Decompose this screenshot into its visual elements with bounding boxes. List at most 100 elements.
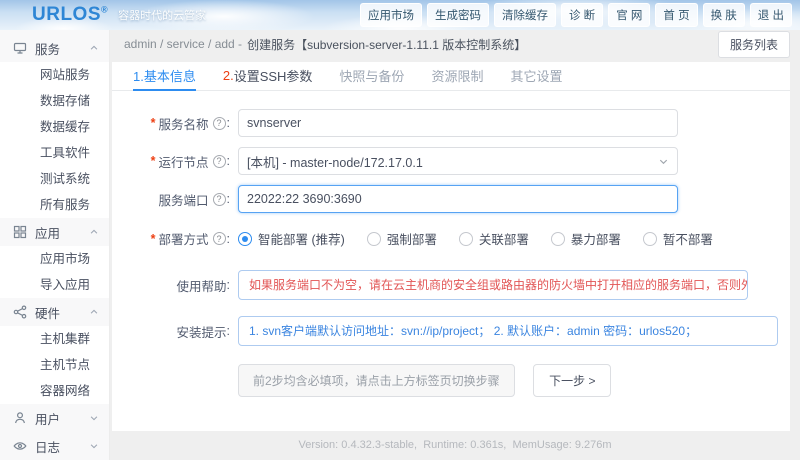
sidebar-item-container-network[interactable]: 容器网络 [0, 378, 109, 404]
sidebar-group-users[interactable]: 用户 [0, 404, 109, 432]
server-icon [13, 41, 27, 55]
sidebar-group-logs[interactable]: 日志 [0, 432, 109, 460]
tab-basic-info[interactable]: 1.基本信息 [133, 62, 196, 91]
tab-resource-limit[interactable]: 资源限制 [431, 62, 483, 91]
radio-smart-deploy[interactable]: 智能部署 (推荐) [238, 229, 345, 248]
chevron-up-icon [89, 307, 99, 317]
sidebar-group-label: 日志 [35, 440, 61, 455]
sidebar-submenu-apps: 应用市场 导入应用 [0, 246, 109, 298]
required-mark: * [150, 154, 156, 168]
help-question-icon[interactable]: ? [212, 232, 226, 245]
radio-brute-deploy[interactable]: 暴力部署 [550, 229, 621, 248]
sidebar-item-data-storage[interactable]: 数据存储 [0, 88, 109, 114]
install-tip-label: 安装提示 : [176, 324, 231, 340]
run-node-select[interactable]: [本机] - master-node/172.17.0.1 [238, 147, 678, 175]
topbar-buttons: 应用市场 生成密码 清除缓存 诊 断 官 网 首 页 换 肤 退 出 [355, 3, 792, 27]
help-question-icon[interactable]: ? [212, 154, 226, 168]
service-port-label: 服务端口 ? : [158, 192, 231, 208]
form-card: 1.基本信息 2. 设置SSH参数 快照与备份 资源限制 其它设置 * 服务名称 … [112, 62, 790, 431]
sidebar-group-label: 服务 [35, 42, 61, 57]
home-button[interactable]: 首 页 [655, 3, 698, 27]
sidebar-item-data-cache[interactable]: 数据缓存 [0, 114, 109, 140]
app-market-button[interactable]: 应用市场 [359, 3, 422, 27]
topbar: URLOS® 容器时代的云管家 应用市场 生成密码 清除缓存 诊 断 官 网 首… [0, 0, 800, 30]
required-mark: * [150, 116, 156, 130]
logout-button[interactable]: 退 出 [749, 3, 792, 27]
sidebar-group-label: 应用 [35, 226, 61, 241]
chevron-down-icon [658, 156, 669, 167]
sidebar-item-web-services[interactable]: 网站服务 [0, 62, 109, 88]
generate-password-button[interactable]: 生成密码 [426, 3, 489, 27]
sidebar-item-tool-software[interactable]: 工具软件 [0, 140, 109, 166]
radio-icon [458, 231, 473, 246]
radio-icon [366, 231, 381, 246]
sidebar-group-services[interactable]: 服务 [0, 34, 109, 62]
breadcrumb-bar: admin / service / add - 创建服务【subversion-… [110, 30, 800, 58]
required-mark: * [150, 231, 156, 246]
sidebar-group-label: 用户 [35, 412, 61, 427]
tab-ssh-params[interactable]: 2. 设置SSH参数 [223, 62, 313, 91]
next-step-button[interactable]: 下一步 > [533, 364, 612, 397]
chevron-down-icon [89, 413, 99, 423]
sidebar-item-import-app[interactable]: 导入应用 [0, 272, 109, 298]
service-port-input[interactable] [238, 185, 678, 213]
service-name-label: * 服务名称 ? : [150, 116, 230, 132]
page-title: 创建服务【subversion-server-1.11.1 版本控制系统】 [247, 37, 527, 52]
deploy-mode-label: * 部署方式 ? : [150, 231, 230, 248]
version-footer: Version: 0.4.32.3-stable, Runtime: 0.361… [298, 439, 612, 451]
radio-no-deploy[interactable]: 暂不部署 [642, 229, 713, 248]
install-tip-note: 1. svn客户端默认访问地址：svn://ip/project； 2. 默认账… [238, 316, 778, 346]
user-icon [13, 411, 27, 425]
radio-icon [642, 231, 657, 246]
sidebar-item-app-market[interactable]: 应用市场 [0, 246, 109, 272]
page-body: 服务 网站服务 数据存储 数据缓存 工具软件 测试系统 所有服务 应用 应用市场… [0, 30, 800, 460]
run-node-label: * 运行节点 ? : [150, 154, 230, 170]
clear-cache-button[interactable]: 清除缓存 [493, 3, 556, 27]
sidebar-item-host-node[interactable]: 主机节点 [0, 352, 109, 378]
service-list-button[interactable]: 服务列表 [717, 30, 790, 58]
sidebar-submenu-hardware: 主机集群 主机节点 容器网络 [0, 326, 109, 404]
radio-icon [550, 231, 565, 246]
sidebar-group-label: 硬件 [35, 306, 61, 321]
radio-force-deploy[interactable]: 强制部署 [366, 229, 437, 248]
run-node-selected-value: [本机] - master-node/172.17.0.1 [247, 155, 423, 170]
change-theme-button[interactable]: 换 肤 [702, 3, 745, 27]
form-actions-row: 前2步均含必填项，请点击上方标签页切换步骤 下一步 > [112, 364, 790, 397]
tab-bar: 1.基本信息 2. 设置SSH参数 快照与备份 资源限制 其它设置 [112, 62, 790, 91]
usage-help-row: 使用帮助 : 如果服务端口不为空，请在云主机商的安全组或路由器的防火墙中打开相应… [112, 270, 790, 300]
install-tip-row: 安装提示 : 1. svn客户端默认访问地址：svn://ip/project；… [112, 316, 790, 346]
tab-other-settings[interactable]: 其它设置 [510, 62, 562, 91]
radio-linked-deploy[interactable]: 关联部署 [458, 229, 529, 248]
sidebar-item-host-cluster[interactable]: 主机集群 [0, 326, 109, 352]
service-name-row: * 服务名称 ? : [112, 109, 790, 137]
chevron-down-icon [89, 441, 99, 451]
official-site-button[interactable]: 官 网 [608, 3, 651, 27]
logo-tagline: 容器时代的云管家 [118, 10, 207, 22]
breadcrumb: admin / service / add - [124, 37, 243, 51]
chevron-up-icon [89, 43, 99, 53]
required-steps-hint-button: 前2步均含必填项，请点击上方标签页切换步骤 [238, 364, 515, 397]
sidebar-item-all-services[interactable]: 所有服务 [0, 192, 109, 218]
service-port-row: 服务端口 ? : [112, 185, 790, 213]
sidebar-group-hardware[interactable]: 硬件 [0, 298, 109, 326]
radio-selected-icon [238, 231, 252, 246]
service-name-input[interactable] [238, 109, 678, 137]
main-area: admin / service / add - 创建服务【subversion-… [110, 30, 800, 460]
diagnose-button[interactable]: 诊 断 [560, 3, 604, 27]
help-question-icon[interactable]: ? [212, 192, 226, 206]
sidebar-submenu-services: 网站服务 数据存储 数据缓存 工具软件 测试系统 所有服务 [0, 62, 109, 218]
run-node-row: * 运行节点 ? : [本机] - master-node/172.17.0.1 [112, 147, 790, 175]
tab-snapshot-backup[interactable]: 快照与备份 [339, 62, 404, 91]
sidebar: 服务 网站服务 数据存储 数据缓存 工具软件 测试系统 所有服务 应用 应用市场… [0, 30, 110, 460]
trademark-symbol: ® [101, 4, 109, 15]
sidebar-group-apps[interactable]: 应用 [0, 218, 109, 246]
usage-help-label: 使用帮助 : [176, 278, 231, 294]
urlos-logo: URLOS® [32, 4, 109, 25]
eye-icon [13, 439, 27, 453]
apps-grid-icon [13, 225, 27, 239]
help-question-icon[interactable]: ? [212, 116, 226, 130]
sidebar-item-test-system[interactable]: 测试系统 [0, 166, 109, 192]
share-nodes-icon [13, 305, 27, 319]
deploy-mode-row: * 部署方式 ? : 智能部署 (推荐) 强制部署 关联部署 暴力部署 暂不部署 [112, 229, 790, 248]
chevron-up-icon [89, 227, 99, 237]
